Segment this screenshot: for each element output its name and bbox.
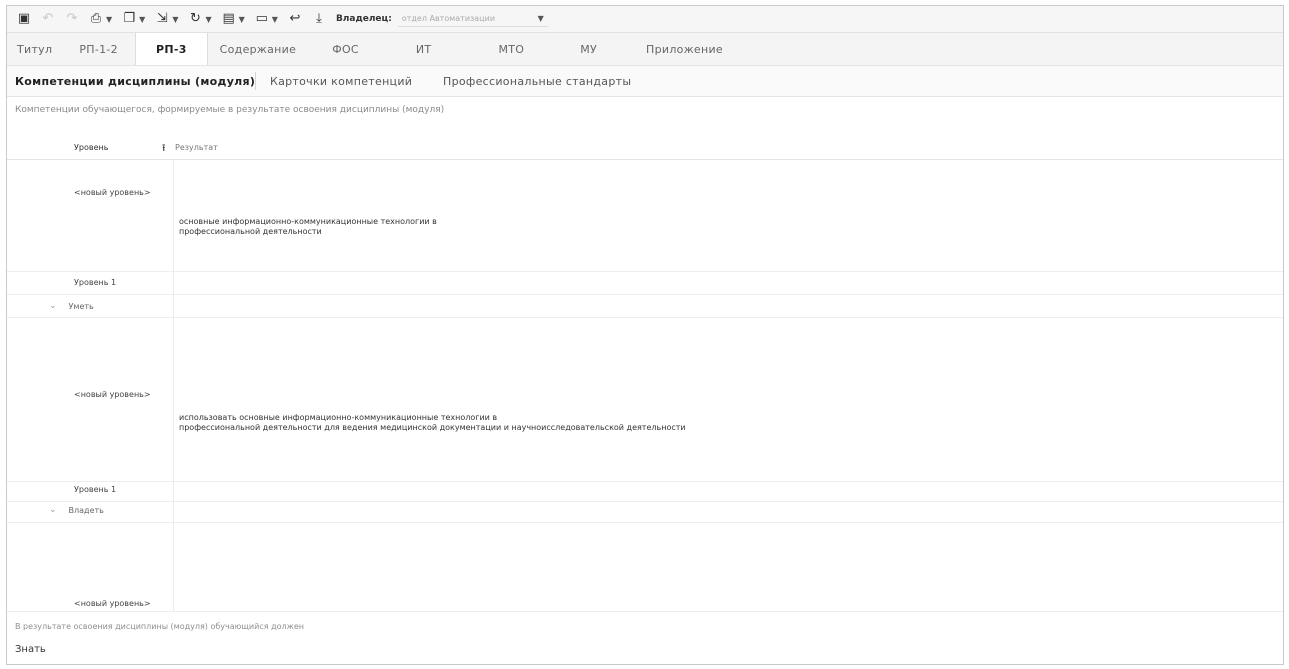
tray-button[interactable]: ▭ ▼: [255, 12, 278, 26]
export-icon: ⇲: [156, 11, 168, 26]
footer-note: В результате освоения дисциплины (модуля…: [15, 622, 304, 631]
result-cell[interactable]: основные информационно-коммуникационные …: [179, 217, 437, 237]
group-label: Уметь: [68, 301, 94, 311]
level-cell[interactable]: <новый уровень>: [74, 599, 151, 608]
tab-appendix[interactable]: Приложение: [632, 33, 737, 65]
print-icon: ⎙: [90, 11, 102, 26]
result-cell[interactable]: использовать основные информационно-комм…: [179, 413, 686, 433]
back-icon: ↩: [289, 11, 301, 26]
result-text-line: основные информационно-коммуникационные …: [179, 217, 437, 226]
result-text-line: профессиональной деятельности для ведени…: [179, 423, 686, 432]
refresh-button[interactable]: ↻ ▼: [188, 11, 212, 26]
row-divider: [7, 317, 1283, 318]
level-cell[interactable]: Уровень 1: [74, 278, 116, 287]
save-icon: ▣: [17, 11, 31, 26]
sub-tabs: Компетенции дисциплины (модуля) Карточки…: [7, 66, 1283, 97]
chevron-down-icon: ▼: [271, 14, 278, 24]
chevron-down-icon: ▼: [238, 14, 245, 24]
chevron-down-icon[interactable]: ⌄: [49, 505, 57, 515]
sort-icon[interactable]: ⭱: [162, 141, 166, 158]
tray-icon: ▭: [255, 11, 268, 26]
section-caption: Компетенции обучающегося, формируемые в …: [15, 105, 445, 115]
owner-value: отдел Автоматизации: [401, 14, 496, 23]
chevron-down-icon: ▼: [106, 14, 113, 24]
row-divider: [7, 271, 1283, 272]
export-button[interactable]: ⇲ ▼: [155, 11, 179, 26]
chevron-down-icon: ▼: [537, 14, 544, 23]
level-cell[interactable]: <новый уровень>: [74, 390, 151, 399]
tab-rp-1-2[interactable]: РП-1-2: [62, 33, 135, 65]
row-divider: [7, 481, 1283, 482]
column-divider: [173, 159, 174, 611]
row-divider: [7, 501, 1283, 502]
result-text-line: профессиональной деятельности: [179, 227, 322, 236]
subtab-standards[interactable]: Профессиональные стандарты: [443, 66, 631, 96]
back-button[interactable]: ↩: [288, 12, 302, 26]
chevron-down-icon: ▼: [139, 14, 146, 24]
chevron-down-icon[interactable]: ⌄: [49, 301, 57, 311]
row-divider: [7, 522, 1283, 523]
undo-button[interactable]: ↶: [41, 12, 55, 26]
row-divider: [7, 294, 1283, 295]
download-button[interactable]: ⤓: [312, 12, 326, 26]
chevron-down-icon: ▼: [172, 14, 179, 24]
refresh-icon: ↻: [190, 11, 201, 26]
subtab-competencies[interactable]: Компетенции дисциплины (модуля): [15, 66, 255, 96]
chevron-down-icon: ▼: [205, 14, 212, 24]
owner-label: Владелец:: [335, 14, 392, 24]
main-window: ▣ ↶ ↷ ⎙ ▼ ❐ ▼ ⇲ ▼ ↻ ▼ ▤ ▼ ▭ ▼ ↩ ⤓ Владелец: от…: [6, 5, 1284, 665]
group-label: Владеть: [68, 505, 104, 515]
subtab-cards[interactable]: Карточки компетенций: [270, 66, 412, 96]
document-button[interactable]: ▤ ▼: [222, 11, 245, 26]
tab-it[interactable]: ИТ: [402, 33, 485, 65]
save-button[interactable]: ▣: [17, 12, 31, 26]
toolbar: ▣ ↶ ↷ ⎙ ▼ ❐ ▼ ⇲ ▼ ↻ ▼ ▤ ▼ ▭ ▼ ↩ ⤓ Владелец: от…: [7, 6, 1283, 33]
tab-mto[interactable]: МТО: [484, 33, 566, 65]
subtab-divider: [255, 72, 256, 90]
group-row-vladet[interactable]: ⌄ Владеть: [49, 505, 104, 515]
document-icon: ▤: [222, 11, 235, 26]
row-divider: [7, 611, 1283, 612]
download-icon: ⤓: [316, 11, 322, 26]
result-text-line: использовать основные информационно-комм…: [179, 413, 498, 422]
tab-mu[interactable]: МУ: [566, 33, 632, 65]
print-button[interactable]: ⎙ ▼: [89, 12, 112, 26]
column-header-level[interactable]: Уровень: [74, 143, 108, 152]
copy-icon: ❐: [123, 11, 135, 26]
grid-header: Уровень ⭱ Результат: [7, 137, 1283, 160]
undo-icon: ↶: [42, 11, 54, 26]
redo-icon: ↷: [66, 11, 78, 26]
level-cell[interactable]: Уровень 1: [74, 485, 116, 494]
tab-fos[interactable]: ФОС: [318, 33, 402, 65]
main-tabs: Титул РП-1-2 РП-3 Содержание ФОС ИТ МТО …: [7, 33, 1283, 66]
tab-content[interactable]: Содержание: [208, 33, 319, 65]
tab-rp-3[interactable]: РП-3: [134, 33, 208, 65]
owner-select[interactable]: отдел Автоматизации ▼: [397, 11, 548, 27]
copy-button[interactable]: ❐ ▼: [122, 12, 145, 26]
level-cell[interactable]: <новый уровень>: [74, 188, 151, 197]
column-header-result[interactable]: Результат: [175, 143, 218, 152]
footer-know-label: Знать: [15, 644, 46, 655]
redo-button[interactable]: ↷: [65, 12, 79, 26]
tab-titul[interactable]: Титул: [7, 33, 62, 65]
group-row-umet[interactable]: ⌄ Уметь: [49, 301, 94, 311]
